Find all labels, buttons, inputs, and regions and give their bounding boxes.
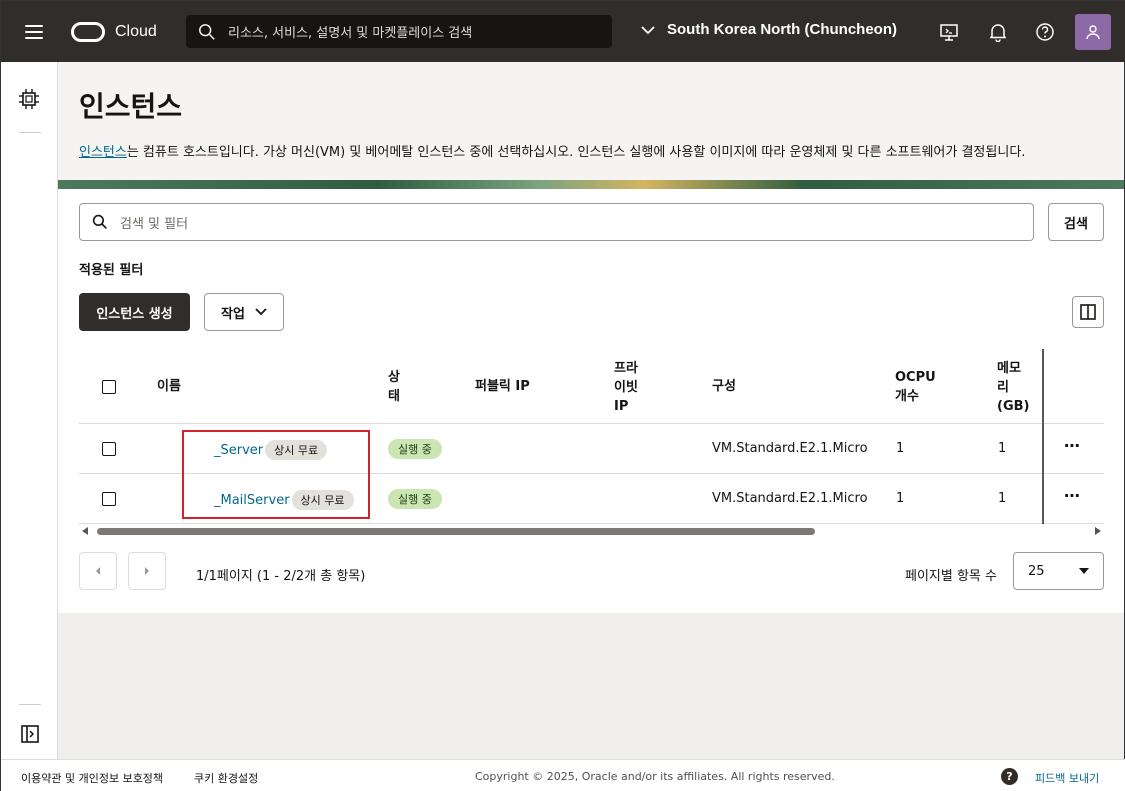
page-title: 인스턴스	[79, 90, 183, 123]
per-page-label: 페이지별 항목 수	[905, 569, 997, 584]
table-header: 이름 상 태 퍼블릭 IP 프라 이빗 IP 구성 OCPU 개수 메모 리 (…	[79, 349, 1104, 424]
terms-privacy-link[interactable]: 이용약관 및 개인정보 보호정책	[21, 770, 163, 786]
cookie-preferences-link[interactable]: 쿠키 환경설정	[194, 770, 258, 786]
decorative-banner	[58, 180, 1124, 189]
pagination-summary: 1/1페이지 (1 - 2/2개 총 항목)	[196, 569, 366, 584]
rail-divider	[19, 704, 41, 705]
scroll-right-arrow-icon[interactable]	[1095, 527, 1101, 535]
status-badge: 실행 중	[388, 489, 442, 509]
col-header-ocpu[interactable]: OCPU 개수	[895, 368, 936, 406]
previous-page-button[interactable]	[79, 552, 117, 590]
search-button[interactable]: 검색	[1048, 203, 1104, 241]
main-content: 인스턴스 인스턴스는 컴퓨트 호스트입니다. 가상 머신(VM) 및 베어메탈 …	[58, 62, 1124, 759]
chevron-down-icon	[255, 308, 267, 316]
ocpu-cell: 1	[896, 441, 905, 456]
column-settings-button[interactable]	[1072, 296, 1104, 328]
page-footer: 이용약관 및 개인정보 보호정책 쿠키 환경설정 Copyright © 202…	[1, 759, 1125, 791]
notifications-bell-icon[interactable]	[987, 21, 1009, 43]
row-checkbox[interactable]	[102, 492, 116, 506]
send-feedback-link[interactable]: 피드백 보내기	[1035, 770, 1099, 786]
rail-divider	[19, 132, 41, 133]
row-checkbox[interactable]	[102, 442, 116, 456]
col-header-memory[interactable]: 메모 리 (GB)	[997, 359, 1029, 416]
shape-cell: VM.Standard.E2.1.Micro	[712, 491, 868, 506]
hamburger-menu-icon[interactable]	[25, 24, 53, 39]
region-label: South Korea North (Chuncheon)	[667, 21, 897, 38]
user-icon	[1086, 25, 1100, 40]
create-instance-button[interactable]: 인스턴스 생성	[79, 293, 190, 331]
chevron-left-icon	[96, 567, 100, 575]
per-page-select[interactable]: 25	[1013, 552, 1104, 590]
page-description: 인스턴스는 컴퓨트 호스트입니다. 가상 머신(VM) 및 베어메탈 인스턴스 …	[79, 141, 1025, 160]
help-icon[interactable]: ?	[1001, 768, 1018, 785]
help-icon[interactable]	[1034, 21, 1056, 43]
instances-doc-link[interactable]: 인스턴스	[79, 145, 127, 160]
developer-tools-icon[interactable]	[938, 21, 960, 43]
region-selector[interactable]: South Korea North (Chuncheon)	[641, 21, 897, 38]
chevron-down-icon	[641, 25, 655, 34]
filter-placeholder: 검색 및 필터	[120, 216, 189, 232]
row-actions-kebab-icon[interactable]: ⋯	[1064, 436, 1081, 455]
ocpu-cell: 1	[896, 491, 905, 506]
actions-menu-button[interactable]: 작업	[204, 293, 284, 331]
search-icon	[199, 23, 215, 40]
applied-filters-label: 적용된 필터	[79, 263, 144, 278]
memory-cell: 1	[998, 441, 1007, 456]
copyright-text: Copyright © 2025, Oracle and/or its affi…	[475, 770, 835, 783]
background-pattern	[58, 613, 1124, 759]
user-avatar[interactable]	[1075, 14, 1111, 50]
scrollbar-thumb[interactable]	[97, 528, 815, 535]
filter-search-input[interactable]: 검색 및 필터	[79, 203, 1034, 241]
next-page-button[interactable]	[128, 552, 166, 590]
expand-panel-icon[interactable]	[20, 724, 40, 748]
search-icon	[92, 214, 107, 229]
sticky-column-divider	[1042, 349, 1044, 524]
highlight-box	[182, 430, 370, 519]
compute-chip-icon[interactable]	[18, 88, 40, 114]
select-all-checkbox[interactable]	[102, 380, 116, 394]
col-header-private-ip[interactable]: 프라 이빗 IP	[614, 359, 638, 416]
col-header-shape[interactable]: 구성	[712, 377, 736, 396]
status-badge: 실행 중	[388, 439, 442, 459]
columns-icon	[1080, 304, 1096, 320]
global-search-placeholder: 리소스, 서비스, 설명서 및 마켓플레이스 검색	[228, 26, 473, 41]
per-page-value: 25	[1028, 563, 1045, 579]
oracle-cloud-logo[interactable]: Cloud	[71, 21, 157, 42]
row-actions-kebab-icon[interactable]: ⋯	[1064, 486, 1081, 505]
brand-text: Cloud	[115, 22, 157, 40]
page-description-text: 는 컴퓨트 호스트입니다. 가상 머신(VM) 및 베어메탈 인스턴스 중에 선…	[126, 145, 1026, 160]
global-search-input[interactable]: 리소스, 서비스, 설명서 및 마켓플레이스 검색	[186, 15, 612, 48]
shape-cell: VM.Standard.E2.1.Micro	[712, 441, 868, 456]
memory-cell: 1	[998, 491, 1007, 506]
horizontal-scrollbar[interactable]	[79, 524, 1104, 538]
instances-panel: 검색 및 필터 검색 적용된 필터 인스턴스 생성 작업 이름 상 태 퍼블릭 …	[58, 189, 1124, 613]
chevron-right-icon	[145, 567, 149, 575]
left-rail	[1, 62, 58, 759]
col-header-name[interactable]: 이름	[157, 377, 181, 396]
caret-down-icon	[1079, 568, 1089, 574]
actions-menu-label: 작업	[221, 306, 245, 322]
scroll-left-arrow-icon[interactable]	[82, 527, 88, 535]
col-header-status[interactable]: 상 태	[388, 368, 400, 406]
oracle-logo-icon	[71, 21, 105, 42]
top-header: Cloud 리소스, 서비스, 설명서 및 마켓플레이스 검색 South Ko…	[1, 1, 1125, 62]
col-header-public-ip[interactable]: 퍼블릭 IP	[475, 377, 530, 396]
